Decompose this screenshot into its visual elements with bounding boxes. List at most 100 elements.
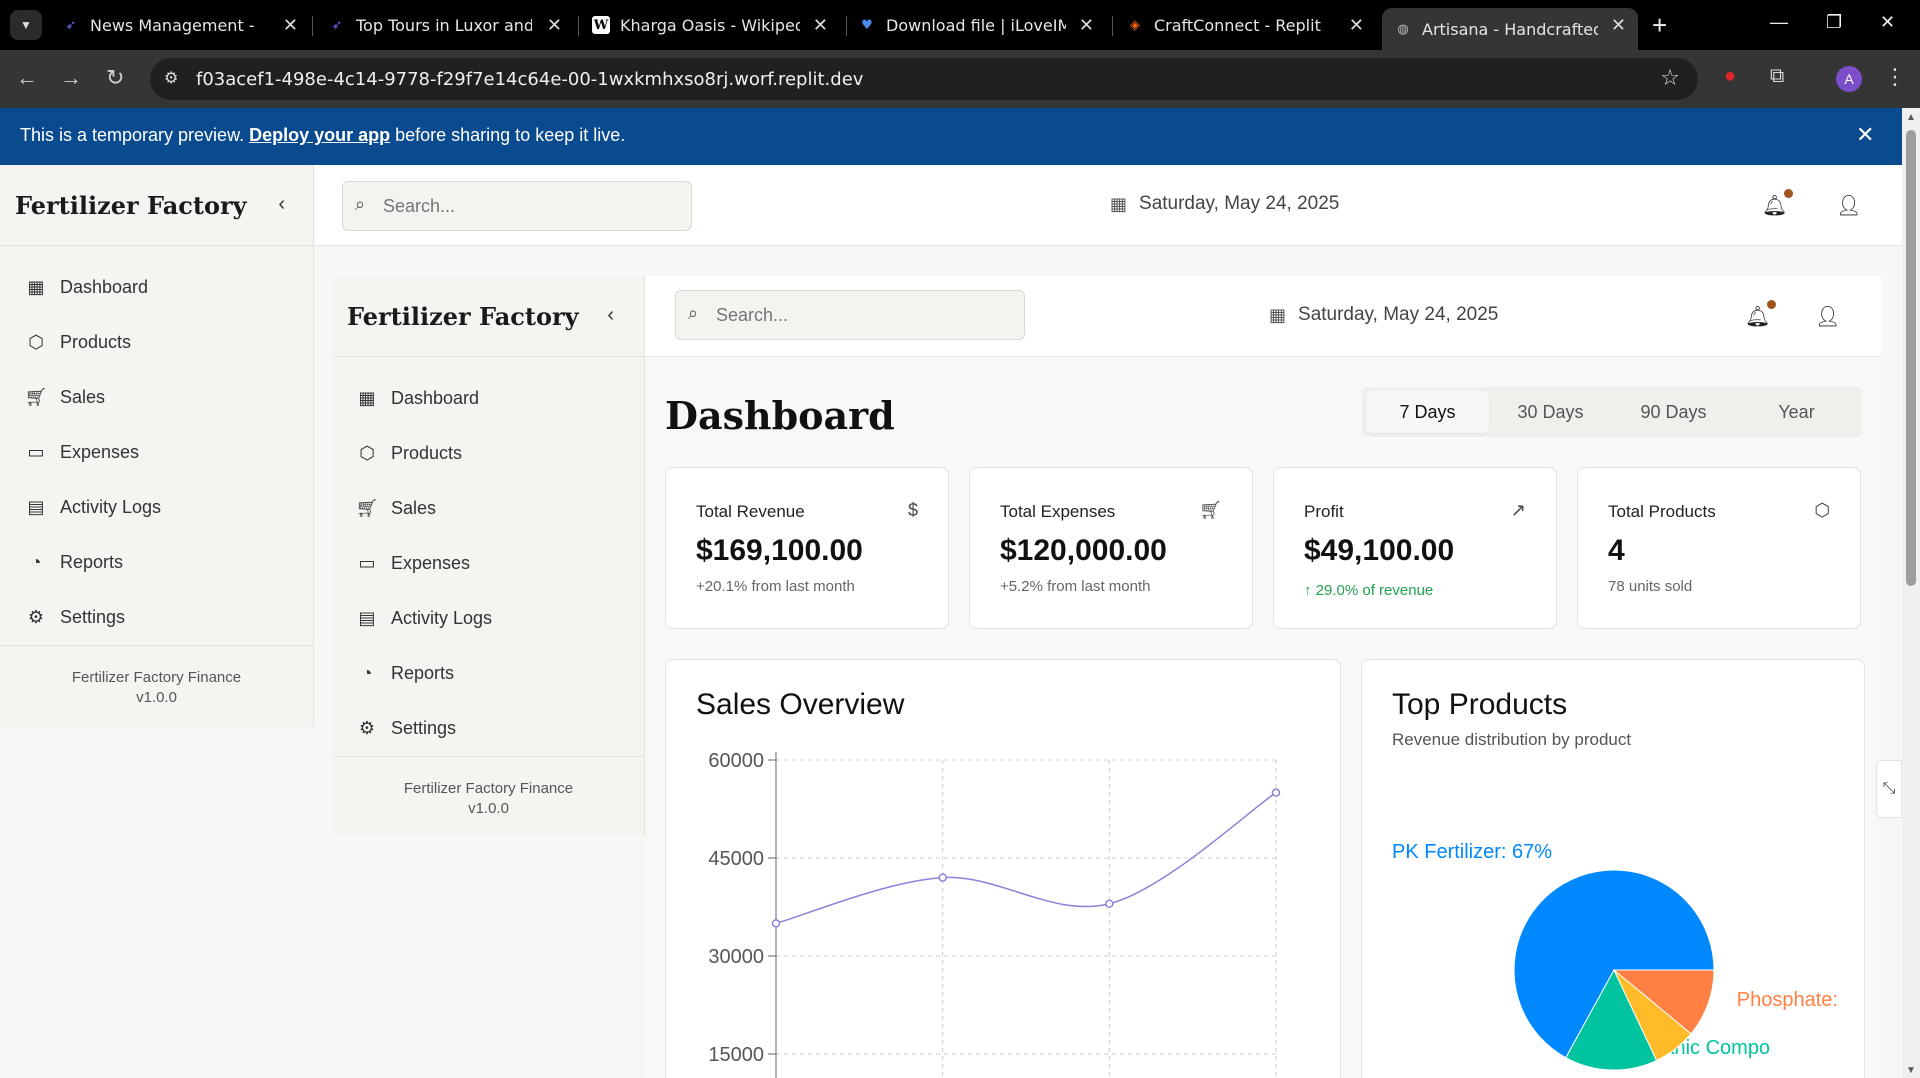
sidebar-item-dashboard[interactable]: ▦ Dashboard — [0, 260, 313, 315]
stat-value: $49,100.00 — [1304, 534, 1455, 567]
side-panel-toggle[interactable]: ⤡ — [1876, 760, 1902, 818]
forward-icon[interactable]: → — [60, 65, 82, 91]
sidebar-item-sales[interactable]: 🛒︎ Sales — [0, 370, 313, 425]
page-scrollbar[interactable]: ▲ ▼ — [1902, 108, 1920, 1078]
stat-label: Total Revenue — [696, 502, 805, 521]
data-point — [938, 873, 947, 882]
sidebar-item-label: Sales — [391, 498, 437, 518]
close-tab-icon[interactable]: ✕ — [283, 15, 298, 36]
close-tab-icon[interactable]: ✕ — [813, 15, 828, 36]
sidebar-item-label: Reports — [60, 552, 124, 572]
search-icon: ⌕ — [355, 194, 366, 214]
close-tab-icon[interactable]: ✕ — [1349, 15, 1364, 36]
close-window-icon[interactable]: ✕ — [1880, 12, 1895, 33]
replit-icon: ◈ — [1130, 17, 1140, 33]
stat-value: 4 — [1608, 534, 1625, 567]
browser-tab[interactable]: ➶ News Management - Sky E ✕ — [62, 8, 298, 42]
footer-version: v1.0.0 — [468, 800, 509, 817]
sidebar-item-label: Activity Logs — [391, 608, 493, 628]
browser-tab-active[interactable]: ◍ Artisana - Handcrafted Pro ✕ — [1382, 8, 1638, 50]
browser-tab[interactable]: ➶ Top Tours in Luxor and Sun ✕ — [328, 8, 562, 42]
search-input[interactable] — [716, 291, 1016, 339]
tab-year[interactable]: Year — [1735, 391, 1858, 433]
sidebar-item-settings[interactable]: ⚙ Settings — [333, 701, 644, 756]
url-text[interactable]: f03acef1-498e-4c14-9778-f29f7e14c64e-00-… — [196, 69, 863, 90]
browser-tab[interactable]: ♥ Download file | iLoveIMG ✕ — [858, 8, 1094, 42]
tab-30-days[interactable]: 30 Days — [1489, 391, 1612, 433]
close-icon[interactable]: ✕ — [1856, 122, 1874, 148]
footer-version: v1.0.0 — [136, 689, 177, 706]
top-products-card: Top Products Revenue distribution by pro… — [1361, 659, 1865, 1078]
sidebar-item-dashboard[interactable]: ▦ Dashboard — [333, 371, 644, 426]
sidebar-item-activity-logs[interactable]: ▤ Activity Logs — [0, 480, 313, 535]
tab-title: Kharga Oasis - Wikipedia — [620, 15, 800, 35]
pie-icon: ◔ — [30, 552, 42, 572]
notifications-button[interactable]: 🔔︎ — [1762, 189, 1794, 218]
extension-icon[interactable]: ● — [1724, 65, 1736, 88]
tab-7-days[interactable]: 7 Days — [1366, 391, 1489, 433]
scroll-down-icon[interactable]: ▼ — [1906, 1065, 1916, 1076]
embedded-header: ⌕ ▦ Saturday, May 24, 2025 🔔︎ 👤︎ — [645, 276, 1881, 357]
search-input[interactable] — [383, 182, 683, 230]
dollar-icon: $ — [907, 500, 918, 520]
sidebar-item-products[interactable]: ⬡ Products — [0, 315, 313, 370]
deploy-link[interactable]: Deploy your app — [249, 125, 390, 145]
browser-tab-bar: ▼ ➶ News Management - Sky E ✕ ➶ Top Tour… — [0, 0, 1920, 50]
site-settings-icon[interactable]: ⚙ — [164, 68, 178, 88]
menu-kebab-icon[interactable]: ⋮ — [1884, 64, 1906, 90]
sidebar-item-activity-logs[interactable]: ▤ Activity Logs — [333, 591, 644, 646]
browser-toolbar: ← → ↻ ⚙ f03acef1-498e-4c14-9778-f29f7e14… — [0, 50, 1920, 108]
banknote-icon: ▭ — [358, 553, 376, 573]
brand-title: Fertilizer Factory — [15, 191, 247, 220]
embedded-sidebar: Fertilizer Factory ‹ ▦ Dashboard ⬡ Product… — [333, 276, 645, 836]
scroll-up-icon[interactable]: ▲ — [1906, 112, 1916, 123]
tab-search-button[interactable]: ▼ — [10, 10, 42, 40]
box-icon: ⬡ — [28, 332, 44, 352]
stat-card-revenue: Total Revenue $ $169,100.00 +20.1% from … — [665, 467, 949, 629]
stat-value: $120,000.00 — [1000, 534, 1167, 567]
search-box[interactable]: ⌕ — [675, 290, 1025, 340]
clipboard-icon: ▤ — [27, 497, 45, 517]
restore-icon[interactable]: ❐ — [1826, 12, 1842, 33]
profile-avatar[interactable]: A — [1836, 66, 1862, 92]
close-tab-icon[interactable]: ✕ — [1079, 15, 1094, 36]
puzzle-icon[interactable]: ⧉ — [1770, 65, 1784, 88]
new-tab-button[interactable]: + — [1652, 10, 1667, 41]
brand-title: Fertilizer Factory — [347, 302, 579, 331]
collapse-sidebar-icon[interactable]: ‹ — [607, 304, 614, 327]
data-point — [771, 919, 781, 928]
reload-icon[interactable]: ↻ — [106, 65, 124, 91]
sidebar-item-sales[interactable]: 🛒︎ Sales — [333, 481, 644, 536]
sidebar: Fertilizer Factory ‹ ▦ Dashboard ⬡ Product… — [0, 165, 314, 727]
tab-title: Artisana - Handcrafted Pro — [1422, 19, 1598, 39]
stat-card-products: Total Products ⬡ 4 78 units sold — [1577, 467, 1861, 629]
browser-tab[interactable]: ◈ CraftConnect - Replit ✕ — [1126, 8, 1364, 42]
user-menu-button[interactable]: 👤︎ — [1815, 304, 1840, 329]
address-bar[interactable]: ⚙ f03acef1-498e-4c14-9778-f29f7e14c64e-0… — [150, 58, 1698, 100]
sidebar-item-reports[interactable]: ◔ Reports — [0, 535, 313, 590]
tab-title: CraftConnect - Replit — [1154, 15, 1321, 35]
footer-app-name: Fertilizer Factory Finance — [403, 780, 574, 797]
user-menu-button[interactable]: 👤︎ — [1836, 193, 1861, 218]
notifications-button[interactable]: 🔔︎ — [1745, 300, 1777, 329]
bookmark-star-icon[interactable]: ☆ — [1660, 65, 1680, 91]
sidebar-item-expenses[interactable]: ▭ Expenses — [0, 425, 313, 480]
globe-icon: ◍ — [1397, 21, 1409, 37]
minimize-icon[interactable]: — — [1770, 12, 1788, 33]
search-box[interactable]: ⌕ — [342, 181, 692, 231]
sidebar-item-settings[interactable]: ⚙ Settings — [0, 590, 313, 645]
cart-icon: 🛒︎ — [24, 387, 48, 407]
sidebar-footer: Fertilizer Factory Finance v1.0.0 — [333, 756, 644, 819]
resize-icon: ⤡ — [1882, 780, 1896, 797]
scrollbar-thumb[interactable] — [1906, 130, 1916, 586]
collapse-sidebar-icon[interactable]: ‹ — [278, 193, 285, 216]
close-tab-icon[interactable]: ✕ — [547, 15, 562, 36]
tab-90-days[interactable]: 90 Days — [1612, 391, 1735, 433]
back-icon[interactable]: ← — [16, 65, 38, 91]
notification-dot — [1784, 189, 1794, 198]
close-tab-icon[interactable]: ✕ — [1611, 15, 1626, 36]
sidebar-item-expenses[interactable]: ▭ Expenses — [333, 536, 644, 591]
sidebar-item-reports[interactable]: ◔ Reports — [333, 646, 644, 701]
browser-tab[interactable]: W Kharga Oasis - Wikipedia ✕ — [592, 8, 828, 42]
sidebar-item-products[interactable]: ⬡ Products — [333, 426, 644, 481]
